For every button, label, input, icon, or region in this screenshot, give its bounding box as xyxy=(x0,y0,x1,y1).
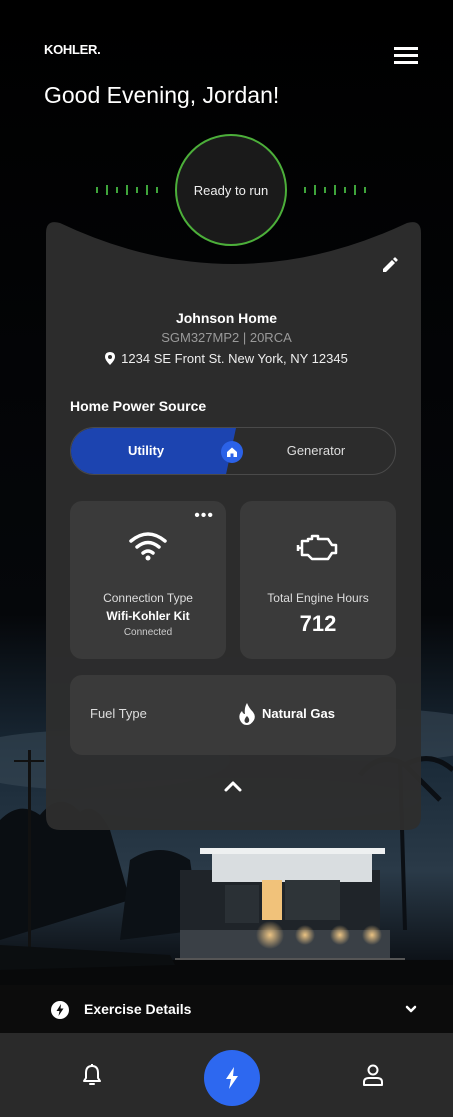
exercise-details-bar[interactable]: Exercise Details xyxy=(0,985,453,1033)
power-source-toggle[interactable]: Utility Generator xyxy=(70,427,396,475)
address-text: 1234 SE Front St. New York, NY 12345 xyxy=(121,351,348,366)
home-address: 1234 SE Front St. New York, NY 12345 xyxy=(0,351,453,366)
generator-status-indicator: Ready to run xyxy=(175,134,287,246)
status-ticks-left xyxy=(96,185,158,195)
engine-hours-label: Total Engine Hours xyxy=(267,591,369,605)
chevron-up-icon[interactable] xyxy=(222,778,244,794)
lightning-icon xyxy=(226,1067,238,1089)
utility-option[interactable]: Utility xyxy=(71,428,221,474)
fuel-type-label: Fuel Type xyxy=(90,706,147,721)
engine-hours-value: 712 xyxy=(299,611,337,636)
power-source-label: Home Power Source xyxy=(70,398,207,414)
connection-type-value: Wifi-Kohler Kit xyxy=(106,609,190,623)
connection-type-label: Connection Type xyxy=(103,591,193,605)
wifi-icon xyxy=(129,532,167,561)
status-ticks-right xyxy=(304,185,366,195)
greeting-text: Good Evening, Jordan! xyxy=(44,82,280,108)
bottom-nav xyxy=(0,1033,453,1117)
home-model: SGM327MP2 | 20RCA xyxy=(161,330,292,345)
header: KOHLER. Good Evening, Jordan! xyxy=(0,0,453,140)
flame-icon xyxy=(239,703,255,725)
status-text: Ready to run xyxy=(193,182,269,198)
home-icon xyxy=(227,447,237,457)
more-options-icon[interactable]: ••• xyxy=(194,507,214,525)
connection-tile[interactable]: ••• Connection Type Wifi-Kohler Kit Conn… xyxy=(70,501,226,659)
power-button[interactable] xyxy=(204,1050,260,1106)
engine-icon xyxy=(296,534,338,561)
exercise-details-label: Exercise Details xyxy=(84,1001,192,1017)
fuel-type-tile[interactable]: Fuel Type Natural Gas xyxy=(70,675,396,755)
kohler-logo: KOHLER. xyxy=(44,42,101,57)
menu-icon[interactable] xyxy=(392,44,420,66)
chevron-down-icon[interactable] xyxy=(404,1003,418,1015)
user-icon[interactable] xyxy=(361,1063,385,1087)
lightning-circle-icon xyxy=(51,1001,69,1019)
engine-hours-tile[interactable]: Total Engine Hours 712 xyxy=(240,501,396,659)
fuel-type-value: Natural Gas xyxy=(262,706,335,721)
app-screen: KOHLER. Good Evening, Jordan! Ready to r… xyxy=(0,0,453,1117)
home-name: Johnson Home xyxy=(175,310,278,326)
location-pin-icon xyxy=(105,352,116,365)
connection-status: Connected xyxy=(123,627,173,638)
bell-icon[interactable] xyxy=(81,1063,103,1087)
pencil-icon[interactable] xyxy=(381,256,399,274)
generator-option[interactable]: Generator xyxy=(241,428,391,474)
toggle-knob[interactable] xyxy=(221,441,243,463)
